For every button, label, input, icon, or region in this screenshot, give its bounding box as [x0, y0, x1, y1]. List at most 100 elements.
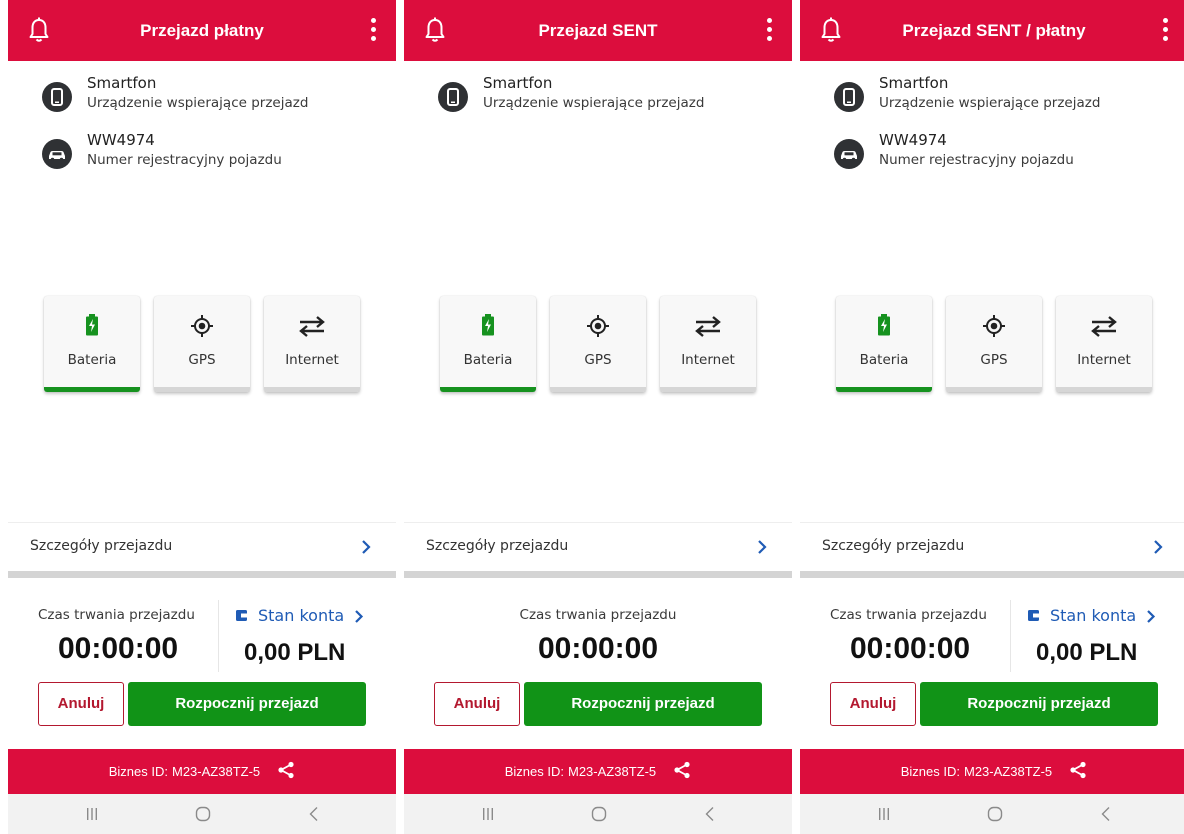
internet-tile[interactable]: Internet — [660, 296, 756, 392]
cancel-button[interactable]: Anuluj — [830, 682, 916, 726]
device-name: Smartfon — [483, 74, 553, 92]
battery-tile[interactable]: Bateria — [836, 296, 932, 392]
home-icon[interactable] — [589, 805, 609, 823]
business-id-value: M23-AZ38TZ-5 — [568, 764, 657, 779]
screen-sent-paid-ride: Przejazd SENT / płatny Smartfon Urządzen… — [800, 0, 1184, 834]
ride-details-row[interactable]: Szczegóły przejazdu — [800, 522, 1184, 570]
back-icon[interactable] — [1096, 805, 1116, 823]
chevron-right-icon — [1147, 610, 1156, 623]
device-description: Urządzenie wspierające przejazd — [483, 95, 705, 111]
cancel-button[interactable]: Anuluj — [434, 682, 520, 726]
app-header: Przejazd płatny — [8, 0, 396, 61]
gps-label: GPS — [980, 352, 1008, 368]
duration-value: 00:00:00 — [850, 632, 971, 665]
recent-apps-icon[interactable] — [874, 805, 894, 823]
gps-tile[interactable]: GPS — [154, 296, 250, 392]
gps-status-bar — [154, 387, 250, 392]
business-id-bar: Biznes ID: M23-AZ38TZ-5 — [800, 749, 1184, 794]
start-ride-button[interactable]: Rozpocznij przejazd — [920, 682, 1158, 726]
internet-label: Internet — [1077, 352, 1131, 368]
duration-value: 00:00:00 — [58, 632, 179, 665]
ride-details-label: Szczegóły przejazdu — [426, 538, 569, 554]
internet-status-bar — [660, 387, 756, 392]
business-id-value: M23-AZ38TZ-5 — [172, 764, 261, 779]
car-icon — [834, 139, 864, 169]
start-ride-button[interactable]: Rozpocznij przejazd — [128, 682, 366, 726]
business-id-label: Biznes ID: — [900, 764, 960, 779]
more-vertical-icon[interactable] — [760, 16, 778, 44]
gps-status-bar — [946, 387, 1042, 392]
recent-apps-icon[interactable] — [82, 805, 102, 823]
vehicle-plate: WW4974 — [87, 131, 155, 149]
account-balance-label: Stan konta — [258, 606, 345, 625]
chevron-right-icon — [362, 540, 371, 554]
balance-value: 0,00 PLN — [244, 639, 346, 666]
battery-status-bar — [836, 387, 932, 392]
start-ride-button[interactable]: Rozpocznij przejazd — [524, 682, 762, 726]
duration-label: Czas trwania przejazdu — [38, 607, 195, 623]
internet-label: Internet — [681, 352, 735, 368]
system-navigation-bar — [404, 794, 792, 834]
share-icon[interactable] — [277, 761, 295, 779]
section-divider — [800, 571, 1184, 578]
gps-target-icon — [191, 315, 213, 337]
page-title: Przejazd płatny — [140, 21, 264, 40]
battery-charging-icon — [482, 314, 494, 336]
chevron-right-icon — [1154, 540, 1163, 554]
system-navigation-bar — [8, 794, 396, 834]
duration-label: Czas trwania przejazdu — [519, 607, 677, 623]
battery-tile[interactable]: Bateria — [440, 296, 536, 392]
car-icon — [42, 139, 72, 169]
gps-target-icon — [983, 315, 1005, 337]
home-icon[interactable] — [193, 805, 213, 823]
smartphone-icon — [834, 82, 864, 112]
business-id-bar: Biznes ID: M23-AZ38TZ-5 — [8, 749, 396, 794]
more-vertical-icon[interactable] — [364, 16, 382, 44]
smartphone-icon — [42, 82, 72, 112]
device-description: Urządzenie wspierające przejazd — [87, 95, 309, 111]
bell-icon[interactable] — [28, 17, 50, 43]
duration-label: Czas trwania przejazdu — [830, 607, 987, 623]
device-row: Smartfon Urządzenie wspierające przejazd — [438, 74, 788, 120]
home-icon[interactable] — [985, 805, 1005, 823]
gps-label: GPS — [188, 352, 216, 368]
internet-status-bar — [264, 387, 360, 392]
bell-icon[interactable] — [820, 17, 842, 43]
bell-icon[interactable] — [424, 17, 446, 43]
account-balance-label: Stan konta — [1050, 606, 1137, 625]
wallet-icon — [1028, 610, 1039, 621]
internet-tile[interactable]: Internet — [264, 296, 360, 392]
recent-apps-icon[interactable] — [478, 805, 498, 823]
more-vertical-icon[interactable] — [1156, 16, 1174, 44]
section-divider — [8, 571, 396, 578]
business-id-label: Biznes ID: — [108, 764, 168, 779]
chevron-right-icon — [355, 610, 364, 623]
vehicle-description: Numer rejestracyjny pojazdu — [879, 152, 1074, 168]
duration-value: 00:00:00 — [537, 632, 659, 665]
back-icon[interactable] — [304, 805, 324, 823]
internet-tile[interactable]: Internet — [1056, 296, 1152, 392]
device-name: Smartfon — [87, 74, 157, 92]
swap-arrows-icon — [299, 316, 325, 337]
vehicle-row: WW4974 Numer rejestracyjny pojazdu — [834, 131, 1184, 177]
back-icon[interactable] — [700, 805, 720, 823]
gps-tile[interactable]: GPS — [946, 296, 1042, 392]
ride-details-row[interactable]: Szczegóły przejazdu — [404, 522, 792, 570]
device-row: Smartfon Urządzenie wspierające przejazd — [42, 74, 392, 120]
app-header: Przejazd SENT — [404, 0, 792, 61]
device-row: Smartfon Urządzenie wspierające przejazd — [834, 74, 1184, 120]
internet-label: Internet — [285, 352, 339, 368]
gps-tile[interactable]: GPS — [550, 296, 646, 392]
battery-status-bar — [44, 387, 140, 392]
ride-details-label: Szczegóły przejazdu — [30, 538, 173, 554]
ride-details-label: Szczegóły przejazdu — [822, 538, 965, 554]
share-icon[interactable] — [673, 761, 691, 779]
share-icon[interactable] — [1069, 761, 1087, 779]
vertical-divider — [218, 600, 219, 672]
screens-container: Przejazd płatny Smartfon Urządzenie wspi… — [0, 0, 1184, 834]
ride-details-row[interactable]: Szczegóły przejazdu — [8, 522, 396, 570]
vertical-divider — [1010, 600, 1011, 672]
system-navigation-bar — [800, 794, 1184, 834]
battery-tile[interactable]: Bateria — [44, 296, 140, 392]
cancel-button[interactable]: Anuluj — [38, 682, 124, 726]
